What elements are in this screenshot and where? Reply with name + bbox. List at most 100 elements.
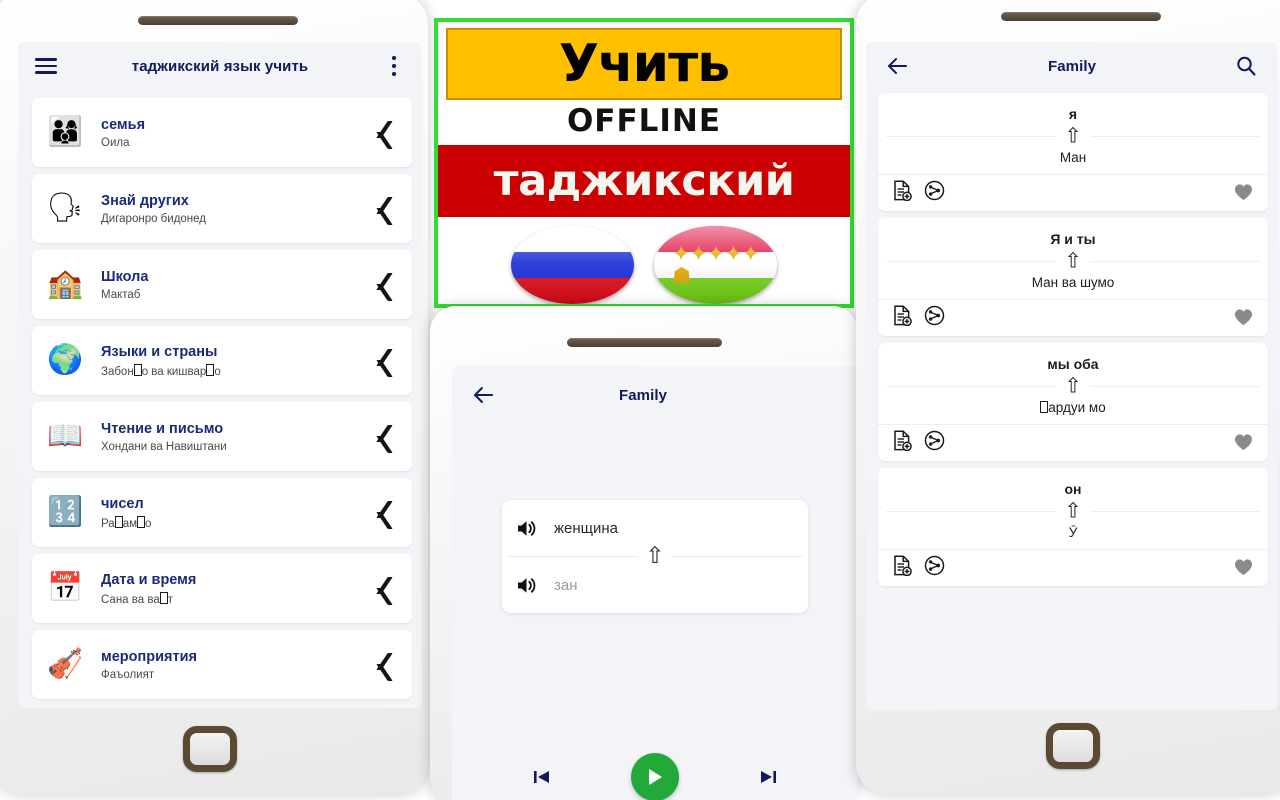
chevron-right-icon[interactable]: [376, 576, 402, 602]
category-text: мероприятия Фаъолият: [86, 648, 376, 680]
category-row[interactable]: 🎻 мероприятия Фаъолият: [32, 630, 412, 699]
translate-arrow-icon: ⇧: [1056, 250, 1090, 272]
share-button[interactable]: [924, 305, 945, 331]
add-note-button[interactable]: [892, 430, 912, 456]
missing-glyph-box: [1040, 401, 1049, 413]
chevron-right-icon[interactable]: [376, 348, 402, 374]
chevron-right-icon[interactable]: [376, 652, 402, 678]
category-title: Языки и страны: [101, 344, 218, 361]
category-title: Дата и время: [101, 572, 197, 589]
category-emoji-icon: 🌍: [46, 344, 84, 376]
phrase-actions: [878, 549, 1268, 586]
back-button[interactable]: [882, 50, 914, 82]
phrase-divider: ⇧: [886, 125, 1260, 147]
category-row[interactable]: 👨‍👩‍👦 семья Оила: [32, 98, 412, 167]
category-emoji-icon: 📅: [46, 572, 84, 604]
page-title: таджикский язык учить: [131, 57, 309, 75]
heart-filled-icon: [1234, 309, 1253, 325]
category-text: Языки и страны Забон о ва кишвар о: [86, 343, 376, 377]
left-phone-screen: таджикский язык учить 👨‍👩‍👦 семья Оила 🗣 Зна…: [18, 42, 422, 708]
add-note-button[interactable]: [892, 180, 912, 206]
category-subtitle: Оила: [101, 136, 130, 149]
search-button[interactable]: [1230, 50, 1262, 82]
translate-arrow-icon: ⇧: [1056, 375, 1090, 397]
phrase-action-icons: [892, 180, 945, 206]
category-title: чисел: [101, 496, 144, 513]
tajikistan-emblem-icon: ✦✦✦✦✦ ☗: [671, 241, 760, 288]
share-circle-icon: [924, 305, 945, 326]
banner-headline: Учить: [558, 34, 730, 94]
overflow-menu-button[interactable]: [378, 50, 410, 82]
phrase-action-icons: [892, 555, 945, 581]
missing-glyph-box: [206, 363, 215, 376]
play-icon: [649, 769, 662, 785]
chevron-right-icon[interactable]: [376, 424, 402, 450]
tajikistan-flag-icon: ✦✦✦✦✦ ☗: [654, 226, 777, 304]
screenshot-canvas: таджикский язык учить 👨‍👩‍👦 семья Оила 🗣 Зна…: [0, 0, 1280, 800]
category-row[interactable]: 🌍 Языки и страны Забон о ва кишвар о: [32, 326, 412, 395]
category-text: Дата и время Сана ва ва т: [86, 571, 376, 605]
category-text: Знай других Дигаронро бидонед: [86, 192, 376, 224]
category-text: Школа Мактаб: [86, 268, 376, 300]
next-button[interactable]: [757, 766, 779, 788]
phone-home-button[interactable]: [183, 726, 237, 772]
phrase-card[interactable]: я ⇧ Ман: [878, 93, 1268, 211]
category-row[interactable]: 📖 Чтение и письмо Хондани ва Навиштани: [32, 402, 412, 471]
missing-glyph-box: [114, 515, 123, 528]
favorite-button[interactable]: [1233, 307, 1254, 329]
app-promo-banner: Учить OFFLINE таджикский ✦✦✦✦✦ ☗: [434, 18, 854, 308]
center-phone-frame: Family женщина ⇧ зан: [430, 306, 858, 800]
translate-arrow-icon: ⇧: [1056, 125, 1090, 147]
menu-button[interactable]: [30, 50, 62, 82]
category-emoji-icon: 🏫: [46, 268, 84, 300]
speaker-icon[interactable]: [516, 519, 536, 537]
category-subtitle: Фаъолият: [101, 668, 155, 681]
center-phone-screen: Family женщина ⇧ зан: [452, 366, 858, 800]
phrase-action-icons: [892, 430, 945, 456]
previous-button[interactable]: [531, 766, 553, 788]
right-phone-screen: Family я ⇧ Ман Я и ты ⇧ Ман ва шумо мы оба ⇧ ард…: [866, 42, 1278, 710]
chevron-right-icon[interactable]: [376, 120, 402, 146]
document-add-icon: [894, 305, 912, 327]
word-card[interactable]: женщина ⇧ зан: [502, 500, 808, 613]
share-circle-icon: [924, 430, 945, 451]
banner-flags: ✦✦✦✦✦ ☗: [438, 226, 850, 304]
category-emoji-icon: 📖: [46, 420, 84, 452]
phrase-source: Я и ты: [1050, 231, 1096, 247]
add-note-button[interactable]: [892, 555, 912, 581]
add-note-button[interactable]: [892, 305, 912, 331]
category-title: Знай других: [101, 193, 189, 210]
favorite-button[interactable]: [1233, 557, 1254, 579]
translate-arrow-icon: ⇧: [638, 543, 672, 567]
category-row[interactable]: 🏫 Школа Мактаб: [32, 250, 412, 319]
share-button[interactable]: [924, 180, 945, 206]
phone-home-button[interactable]: [1046, 723, 1100, 769]
phrase-actions: [878, 424, 1268, 461]
skip-previous-icon: [534, 771, 549, 783]
speaker-icon[interactable]: [516, 576, 536, 594]
share-button[interactable]: [924, 430, 945, 456]
share-button[interactable]: [924, 555, 945, 581]
chevron-right-icon[interactable]: [376, 500, 402, 526]
page-title: Family: [618, 386, 668, 404]
missing-glyph-box: [137, 515, 145, 528]
phrase-divider: ⇧: [886, 375, 1260, 397]
category-subtitle: Забон о ва кишвар о: [101, 363, 221, 378]
phrase-source: мы оба: [1047, 356, 1099, 372]
favorite-button[interactable]: [1233, 432, 1254, 454]
phrase-card[interactable]: Я и ты ⇧ Ман ва шумо: [878, 218, 1268, 336]
favorite-button[interactable]: [1233, 182, 1254, 204]
target-word: зан: [554, 576, 578, 594]
chevron-right-icon[interactable]: [376, 272, 402, 298]
play-button[interactable]: [631, 753, 679, 800]
chevron-right-icon[interactable]: [376, 196, 402, 222]
phone-earpiece-speaker: [138, 16, 298, 25]
category-row[interactable]: 🗣 Знай других Дигаронро бидонед: [32, 174, 412, 243]
category-row[interactable]: 🔢 чисел Ра ам о: [32, 478, 412, 547]
phrase-actions: [878, 299, 1268, 336]
phrase-card[interactable]: мы оба ⇧ ардуи мо: [878, 343, 1268, 461]
document-add-icon: [894, 555, 912, 577]
category-row[interactable]: 📅 Дата и время Сана ва ва т: [32, 554, 412, 623]
phrase-card[interactable]: он ⇧ Ӯ: [878, 468, 1268, 586]
search-icon: [1237, 56, 1256, 76]
